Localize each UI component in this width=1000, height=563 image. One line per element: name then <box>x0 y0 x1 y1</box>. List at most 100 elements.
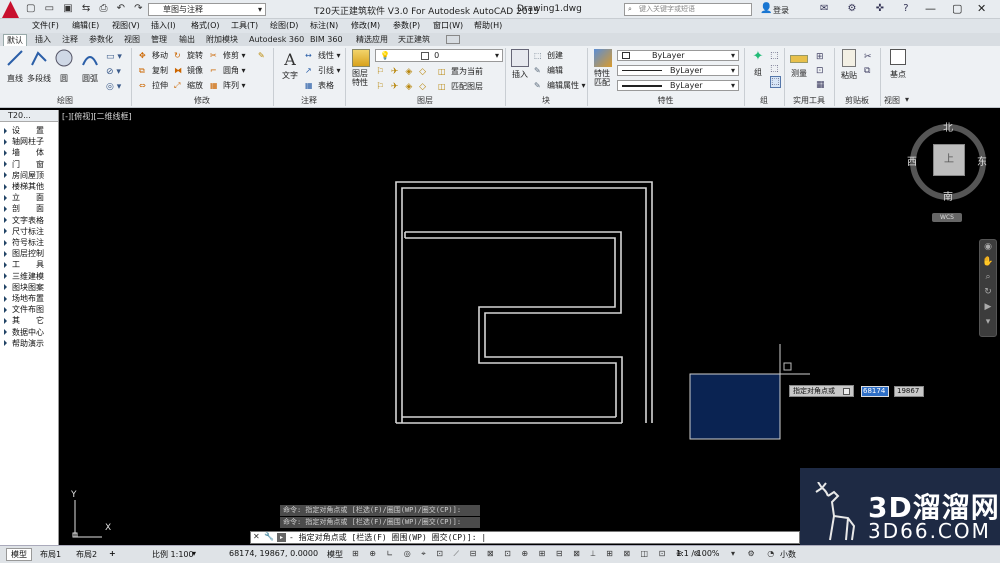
line-button[interactable]: 直线 <box>5 49 25 84</box>
sidebar-item[interactable]: 门 窗 <box>4 159 44 170</box>
tab-featured-apps[interactable]: 精选应用 <box>356 34 388 46</box>
linear-dimension-button[interactable]: ↔ 线性 ▾ <box>305 51 341 61</box>
tab-bim360[interactable]: BIM 360 <box>310 34 343 46</box>
sidebar-item[interactable]: 墙 体 <box>4 147 44 158</box>
menu-file[interactable]: 文件(F) <box>32 20 59 32</box>
tab-parametric[interactable]: 参数化 <box>89 34 113 46</box>
login-button[interactable]: 登录 <box>773 5 789 16</box>
move-button[interactable]: ✥ 移动 <box>139 51 168 61</box>
sidebar-item[interactable]: 其 它 <box>4 315 44 326</box>
command-line[interactable]: ✕ 🔧 ▸ - 指定对角点或 [栏选(F) 圈围(WP) 圈交(CP)]: | <box>250 531 800 544</box>
close-button[interactable]: ✕ <box>977 2 986 15</box>
measure-button[interactable]: 测量 <box>788 49 810 79</box>
search-input[interactable]: ⌕ 键入关键字或短语 <box>624 3 752 16</box>
menu-edit[interactable]: 编辑(E) <box>72 20 99 32</box>
sidebar-item[interactable]: 设 置 <box>4 125 44 136</box>
wcs-button[interactable]: WCS <box>932 213 962 222</box>
leader-button[interactable]: ↗ 引线 ▾ <box>305 66 341 76</box>
stretch-button[interactable]: ⇔ 拉伸 <box>139 81 168 91</box>
sidebar-item[interactable]: 数据中心 <box>4 327 44 338</box>
drawing-canvas[interactable]: [-][俯视][二维线框] Y X 指定对角点或 68174 19867 上 北… <box>60 110 1000 545</box>
tab-layout2[interactable]: 布局2 <box>76 549 97 560</box>
tab-addins[interactable]: 附加模块 <box>206 34 238 46</box>
scale-button[interactable]: ⤢ 缩放 <box>174 81 203 91</box>
menu-help[interactable]: 帮助(H) <box>474 20 502 32</box>
help-tools-icons[interactable]: ✉ ⚙ ✜ ? <box>820 3 917 14</box>
compass-north[interactable]: 北 <box>943 119 953 134</box>
command-close-icon[interactable]: ✕ <box>253 532 260 541</box>
user-icon[interactable]: 👤 <box>760 3 772 14</box>
paste-button[interactable]: 粘贴 <box>838 49 860 81</box>
minimize-button[interactable]: — <box>925 2 936 15</box>
make-current-button[interactable]: ◫ 置为当前 <box>438 67 483 77</box>
tab-toggle-icon[interactable] <box>446 35 460 44</box>
compass-south[interactable]: 南 <box>943 188 953 203</box>
sidebar-item[interactable]: 工 具 <box>4 259 44 270</box>
sidebar-item[interactable]: 立 面 <box>4 192 44 203</box>
add-layout-icon[interactable]: + <box>109 549 116 558</box>
edit-attributes-button[interactable]: ✎ 编辑属性 ▾ <box>534 81 586 91</box>
menu-view[interactable]: 视图(V) <box>112 20 140 32</box>
edit-block-button[interactable]: ✎ 编辑 <box>534 66 563 76</box>
circle-button[interactable]: 圆 <box>54 49 74 84</box>
match-layer-button[interactable]: ◫ 匹配图层 <box>438 82 483 92</box>
match-properties-button[interactable]: 特性匹配 <box>592 49 614 87</box>
sidebar-item[interactable]: 场地布置 <box>4 293 44 304</box>
pan-icon[interactable]: ✋ <box>980 255 996 270</box>
sidebar-item[interactable]: 文字表格 <box>4 215 44 226</box>
full-navigation-wheel-icon[interactable]: ◉ <box>980 240 996 255</box>
insert-block-button[interactable]: 插入 <box>509 49 531 80</box>
arc-button[interactable]: 圆弧 <box>80 49 100 84</box>
polyline-button[interactable]: 多段线 <box>27 49 51 84</box>
table-button[interactable]: ▦ 表格 <box>305 81 334 91</box>
panel-view-menu-icon[interactable]: ▾ <box>905 95 909 104</box>
menu-parametric[interactable]: 参数(P) <box>393 20 420 32</box>
sidebar-item[interactable]: 图块图案 <box>4 282 44 293</box>
tab-insert[interactable]: 插入 <box>35 34 51 46</box>
rotate-button[interactable]: ↻ 旋转 <box>174 51 203 61</box>
menu-window[interactable]: 窗口(W) <box>433 20 463 32</box>
create-block-button[interactable]: ⬚ 创建 <box>534 51 563 61</box>
tab-annotate[interactable]: 注释 <box>62 34 78 46</box>
navigation-bar[interactable]: ◉ ✋ ⌕ ↻ ▶ ▾ <box>979 239 997 337</box>
maximize-button[interactable]: ▢ <box>952 2 962 15</box>
menu-modify[interactable]: 修改(M) <box>351 20 380 32</box>
sidebar-item[interactable]: 楼梯其他 <box>4 181 44 192</box>
tab-default[interactable]: 默认 <box>3 34 27 46</box>
tooltip-options-icon[interactable] <box>843 387 851 395</box>
draw-extra-icons[interactable]: ▭ ▾ ⊘ ▾ ◎ ▾ <box>106 50 122 95</box>
clipboard-tool-icons[interactable]: ✂ ⧉ <box>864 50 872 78</box>
sidebar-item[interactable]: 符号标注 <box>4 237 44 248</box>
sidebar-item[interactable]: 文件布图 <box>4 304 44 315</box>
fillet-button[interactable]: ⌐ 圆角 ▾ <box>210 66 246 76</box>
linetype-select[interactable]: ByLayer ▾ <box>617 65 739 76</box>
tab-manage[interactable]: 管理 <box>151 34 167 46</box>
viewcube-top-face[interactable]: 上 <box>933 144 965 176</box>
tab-output[interactable]: 输出 <box>179 34 195 46</box>
text-button[interactable]: A 文字 <box>279 49 301 81</box>
autocad-logo-icon[interactable] <box>2 1 19 18</box>
base-view-button[interactable]: 基点 <box>886 49 910 80</box>
menu-insert[interactable]: 插入(I) <box>151 20 176 32</box>
compass-east[interactable]: 东 <box>977 153 987 168</box>
lineweight-select[interactable]: ByLayer ▾ <box>617 80 739 91</box>
workspace-select[interactable]: 草图与注释 ▾ <box>148 3 266 16</box>
trim-button[interactable]: ✂ 修剪 ▾ <box>210 51 246 61</box>
navbar-menu-icon[interactable]: ▾ <box>980 315 996 330</box>
showmotion-icon[interactable]: ▶ <box>980 300 996 315</box>
tab-layout1[interactable]: 布局1 <box>40 549 61 560</box>
tab-model[interactable]: 模型 <box>6 548 32 561</box>
group-tool-icons[interactable]: ⬚ ⬚ ⬚ <box>770 50 781 89</box>
annotation-scale[interactable]: 比例 1:100 <box>152 549 194 560</box>
tab-autodesk360[interactable]: Autodesk 360 <box>249 34 304 46</box>
layer-tool-icons[interactable]: ⚐ ✈ ◈ ◇ ⚐ ✈ ◈ ◇ <box>376 65 428 95</box>
array-button[interactable]: ▦ 阵列 ▾ <box>210 81 246 91</box>
sidebar-item[interactable]: 房间屋顶 <box>4 170 44 181</box>
status-extra-icons[interactable]: ▾ ⚙ ◔ <box>731 549 779 558</box>
tab-view[interactable]: 视图 <box>124 34 140 46</box>
scale-chevron-icon[interactable]: ▾ <box>192 549 196 558</box>
sidebar-item[interactable]: 图层控制 <box>4 248 44 259</box>
sidebar-item[interactable]: 帮助演示 <box>4 338 44 349</box>
drafting-tools-icons[interactable]: ⊞ ⊕ ∟ ◎ ⌖ ⊡ ⟋ ⊟ ⊠ ⊡ ⊕ ⊞ ⊟ ⊠ ⟂ ⊞ ⊠ ◫ ⊡ ⊕ … <box>352 549 704 559</box>
compass-west[interactable]: 西 <box>907 153 917 168</box>
